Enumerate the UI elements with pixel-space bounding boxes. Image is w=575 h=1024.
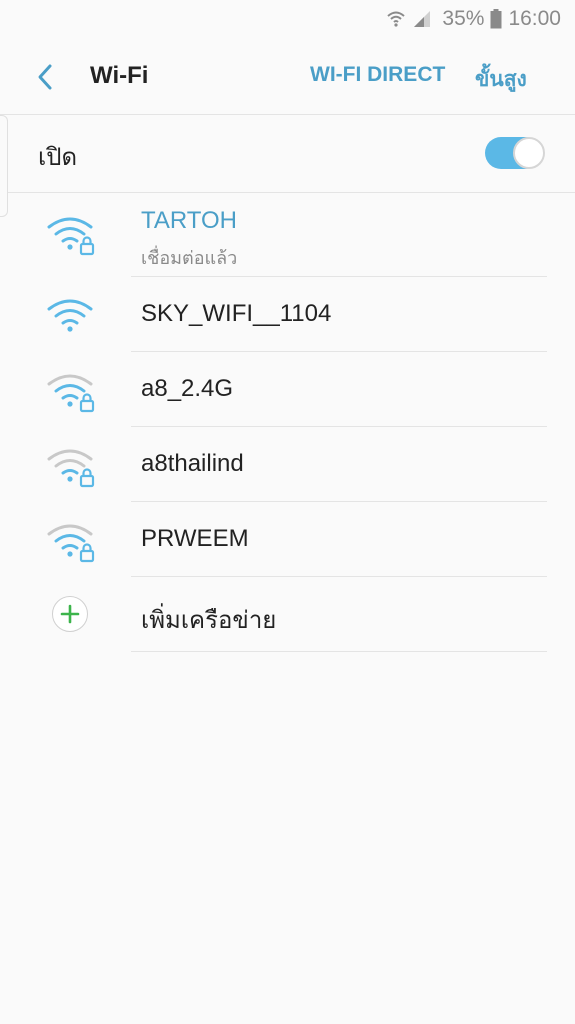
status-bar: 35% 16:00 bbox=[0, 0, 575, 38]
battery-icon bbox=[490, 9, 502, 29]
wifi-lock-icon bbox=[47, 374, 95, 413]
switch-knob bbox=[513, 137, 545, 169]
wifi-lock-icon bbox=[47, 217, 95, 256]
network-name: a8thailind bbox=[141, 450, 244, 477]
network-item-tartoh[interactable]: TARTOH เชื่อมต่อแล้ว bbox=[0, 193, 575, 277]
plus-icon bbox=[52, 596, 88, 632]
page-title: Wi-Fi bbox=[90, 62, 149, 89]
app-bar: Wi-Fi WI-FI DIRECT ขั้นสูง bbox=[0, 38, 575, 115]
network-item-a8thailind[interactable]: a8thailind bbox=[0, 427, 575, 502]
wifi-toggle-switch[interactable] bbox=[485, 137, 545, 169]
network-item-sky-wifi[interactable]: SKY_WIFI__1104 bbox=[0, 277, 575, 352]
wifi-icon bbox=[47, 299, 93, 332]
network-status: เชื่อมต่อแล้ว bbox=[141, 248, 238, 269]
network-name: PRWEEM bbox=[141, 525, 249, 552]
network-item-a8-2-4g[interactable]: a8_2.4G bbox=[0, 352, 575, 427]
wifi-toggle-row[interactable]: เปิด bbox=[0, 115, 575, 217]
wifi-lock-icon bbox=[47, 449, 95, 488]
wifi-toggle-label: เปิด bbox=[38, 143, 78, 171]
network-name: a8_2.4G bbox=[141, 375, 234, 402]
wifi-signal-icon bbox=[386, 9, 406, 29]
network-item-prweem[interactable]: PRWEEM bbox=[0, 502, 575, 577]
network-name: SKY_WIFI__1104 bbox=[141, 300, 332, 327]
battery-percent: 35% bbox=[442, 7, 485, 30]
network-list: TARTOH เชื่อมต่อแล้ว SKY_WIFI__1104 a8_2… bbox=[0, 193, 575, 652]
cell-signal-icon bbox=[412, 9, 432, 29]
wifi-direct-button[interactable]: WI-FI DIRECT bbox=[310, 63, 445, 87]
status-time: 16:00 bbox=[508, 7, 561, 30]
back-button[interactable] bbox=[30, 62, 60, 92]
add-network-item[interactable]: เพิ่มเครือข่าย bbox=[0, 577, 575, 652]
advanced-button[interactable]: ขั้นสูง bbox=[475, 63, 527, 96]
network-name: TARTOH bbox=[141, 207, 238, 234]
divider bbox=[131, 651, 547, 652]
wifi-lock-icon bbox=[47, 524, 95, 563]
chevron-left-icon bbox=[38, 64, 52, 90]
add-network-label: เพิ่มเครือข่าย bbox=[141, 606, 277, 634]
